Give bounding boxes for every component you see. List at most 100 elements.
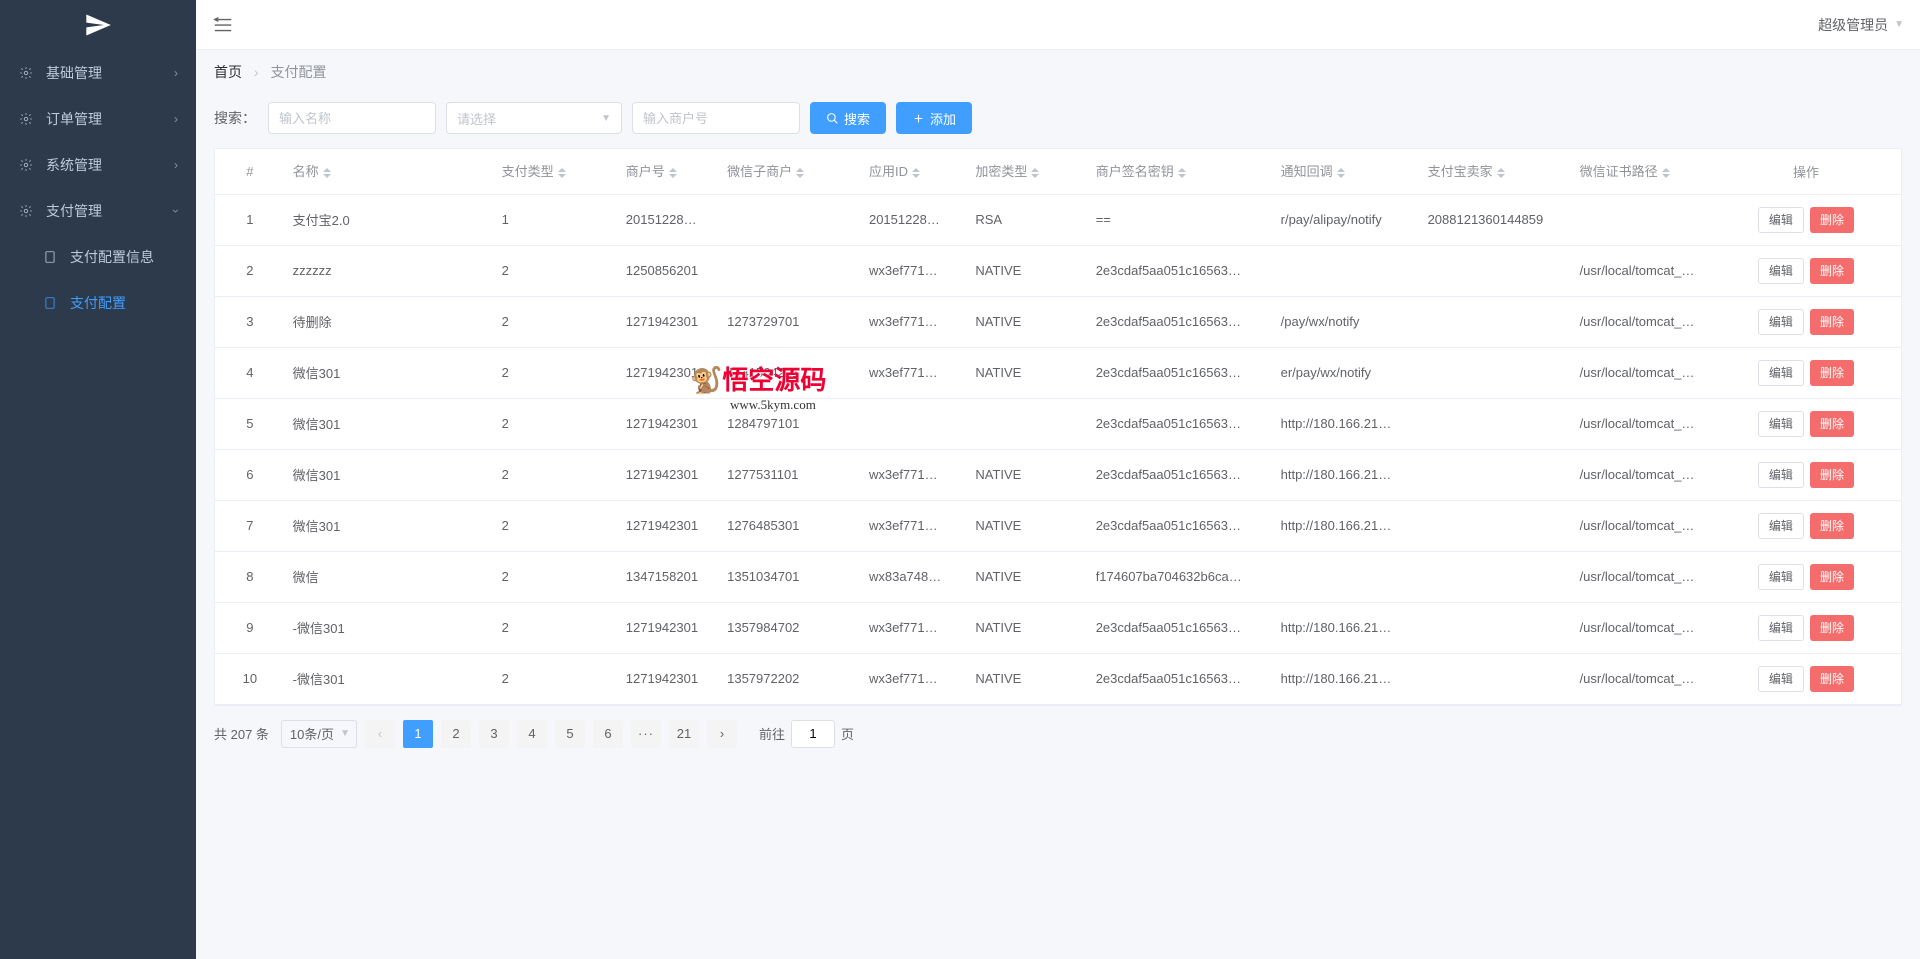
column-header[interactable]: 商户号 — [618, 149, 719, 194]
column-header[interactable]: 微信证书路径 — [1572, 149, 1711, 194]
search-toolbar: 搜索： 请选择 ▼ 搜索 添加 — [196, 94, 1920, 148]
edit-button[interactable]: 编辑 — [1758, 411, 1804, 437]
add-button[interactable]: 添加 — [896, 102, 972, 134]
delete-button[interactable]: 删除 — [1810, 309, 1854, 335]
edit-button[interactable]: 编辑 — [1758, 564, 1804, 590]
cell: 2e3cdaf5aa051c16563… — [1088, 245, 1273, 296]
cell — [1420, 398, 1572, 449]
sidebar-item-1[interactable]: 订单管理 › — [0, 96, 196, 142]
doc-icon — [42, 295, 58, 311]
sidebar-subitem-0[interactable]: 支付配置信息 — [12, 234, 196, 280]
cell: -微信301 — [285, 602, 494, 653]
cell: /usr/local/tomcat_… — [1572, 296, 1711, 347]
sidebar-item-3[interactable]: 支付管理 › — [0, 188, 196, 234]
page-ellipsis[interactable]: ··· — [631, 720, 661, 748]
edit-button[interactable]: 编辑 — [1758, 309, 1804, 335]
column-header[interactable]: 商户签名密钥 — [1088, 149, 1273, 194]
search-mch-field[interactable] — [643, 111, 789, 126]
delete-button[interactable]: 删除 — [1810, 462, 1854, 488]
cell: 1273729701 — [719, 296, 861, 347]
page-next[interactable]: › — [707, 720, 737, 748]
column-header[interactable]: 加密类型 — [967, 149, 1087, 194]
cell: 1357972202 — [719, 653, 861, 704]
hamburger-toggle[interactable] — [212, 14, 234, 36]
delete-button[interactable]: 删除 — [1810, 615, 1854, 641]
delete-button[interactable]: 删除 — [1810, 360, 1854, 386]
edit-button[interactable]: 编辑 — [1758, 258, 1804, 284]
table-row: 2zzzzzz21250856201wx3ef771…NATIVE2e3cdaf… — [215, 245, 1901, 296]
page-last[interactable]: 21 — [669, 720, 699, 748]
page-prev[interactable]: ‹ — [365, 720, 395, 748]
search-mch-input[interactable] — [632, 102, 800, 134]
delete-button[interactable]: 删除 — [1810, 513, 1854, 539]
column-header[interactable]: 应用ID — [861, 149, 967, 194]
cell: 2 — [494, 347, 618, 398]
edit-button[interactable]: 编辑 — [1758, 207, 1804, 233]
cell: 2 — [494, 398, 618, 449]
gear-icon — [18, 157, 34, 173]
delete-button[interactable]: 删除 — [1810, 207, 1854, 233]
search-icon — [826, 112, 839, 125]
ops-cell: 编辑删除 — [1711, 449, 1901, 500]
sidebar-item-0[interactable]: 基础管理 › — [0, 50, 196, 96]
cell — [1273, 245, 1420, 296]
cell: wx3ef771… — [861, 296, 967, 347]
page-number[interactable]: 3 — [479, 720, 509, 748]
user-dropdown[interactable]: 超级管理员 ▼ — [1818, 15, 1904, 35]
cell: 1271942301 — [618, 653, 719, 704]
search-label: 搜索： — [214, 108, 256, 128]
column-header[interactable]: 微信子商户 — [719, 149, 861, 194]
page-jump-input[interactable] — [791, 720, 835, 748]
cell: 2 — [494, 500, 618, 551]
cell: http://180.166.21… — [1273, 500, 1420, 551]
page-number[interactable]: 4 — [517, 720, 547, 748]
cell: 20151228… — [861, 194, 967, 245]
cell: 2 — [494, 653, 618, 704]
table-row: 9-微信301212719423011357984702wx3ef771…NAT… — [215, 602, 1901, 653]
cell: 1271942301 — [618, 296, 719, 347]
cell — [1420, 296, 1572, 347]
sort-icon — [323, 164, 331, 182]
edit-button[interactable]: 编辑 — [1758, 462, 1804, 488]
cell: /usr/local/tomcat_… — [1572, 347, 1711, 398]
column-header[interactable]: 支付类型 — [494, 149, 618, 194]
cell: 2e3cdaf5aa051c16563… — [1088, 602, 1273, 653]
edit-button[interactable]: 编辑 — [1758, 666, 1804, 692]
cell: 2 — [494, 551, 618, 602]
edit-button[interactable]: 编辑 — [1758, 615, 1804, 641]
page-number[interactable]: 1 — [403, 720, 433, 748]
cell: http://180.166.21… — [1273, 602, 1420, 653]
ops-cell: 编辑删除 — [1711, 347, 1901, 398]
data-table: #名称支付类型商户号微信子商户应用ID加密类型商户签名密钥通知回调支付宝卖家微信… — [214, 148, 1902, 706]
page-number[interactable]: 5 — [555, 720, 585, 748]
sidebar-subitem-1[interactable]: 支付配置 — [12, 280, 196, 326]
page-number[interactable]: 6 — [593, 720, 623, 748]
cell: 1271942301 — [618, 602, 719, 653]
cell: 8 — [215, 551, 285, 602]
search-name-input[interactable] — [268, 102, 436, 134]
search-button[interactable]: 搜索 — [810, 102, 886, 134]
edit-button[interactable]: 编辑 — [1758, 513, 1804, 539]
search-type-select[interactable]: 请选择 ▼ — [446, 102, 622, 134]
page-number[interactable]: 2 — [441, 720, 471, 748]
cell: wx3ef771… — [861, 653, 967, 704]
ops-cell: 编辑删除 — [1711, 296, 1901, 347]
sidebar-item-2[interactable]: 系统管理 › — [0, 142, 196, 188]
search-name-field[interactable] — [279, 111, 425, 126]
breadcrumb-home[interactable]: 首页 — [214, 64, 242, 80]
delete-button[interactable]: 删除 — [1810, 666, 1854, 692]
page-size-select[interactable]: 10条/页 ▼ — [281, 720, 357, 748]
cell: 1351034701 — [719, 551, 861, 602]
column-header[interactable]: 支付宝卖家 — [1420, 149, 1572, 194]
gear-icon — [18, 65, 34, 81]
edit-button[interactable]: 编辑 — [1758, 360, 1804, 386]
sort-icon — [796, 164, 804, 182]
delete-button[interactable]: 删除 — [1810, 258, 1854, 284]
column-header[interactable]: 通知回调 — [1273, 149, 1420, 194]
cell: NATIVE — [967, 500, 1087, 551]
delete-button[interactable]: 删除 — [1810, 411, 1854, 437]
delete-button[interactable]: 删除 — [1810, 564, 1854, 590]
cell: f174607ba704632b6ca… — [1088, 551, 1273, 602]
column-header[interactable]: 名称 — [285, 149, 494, 194]
cell: r/pay/alipay/notify — [1273, 194, 1420, 245]
